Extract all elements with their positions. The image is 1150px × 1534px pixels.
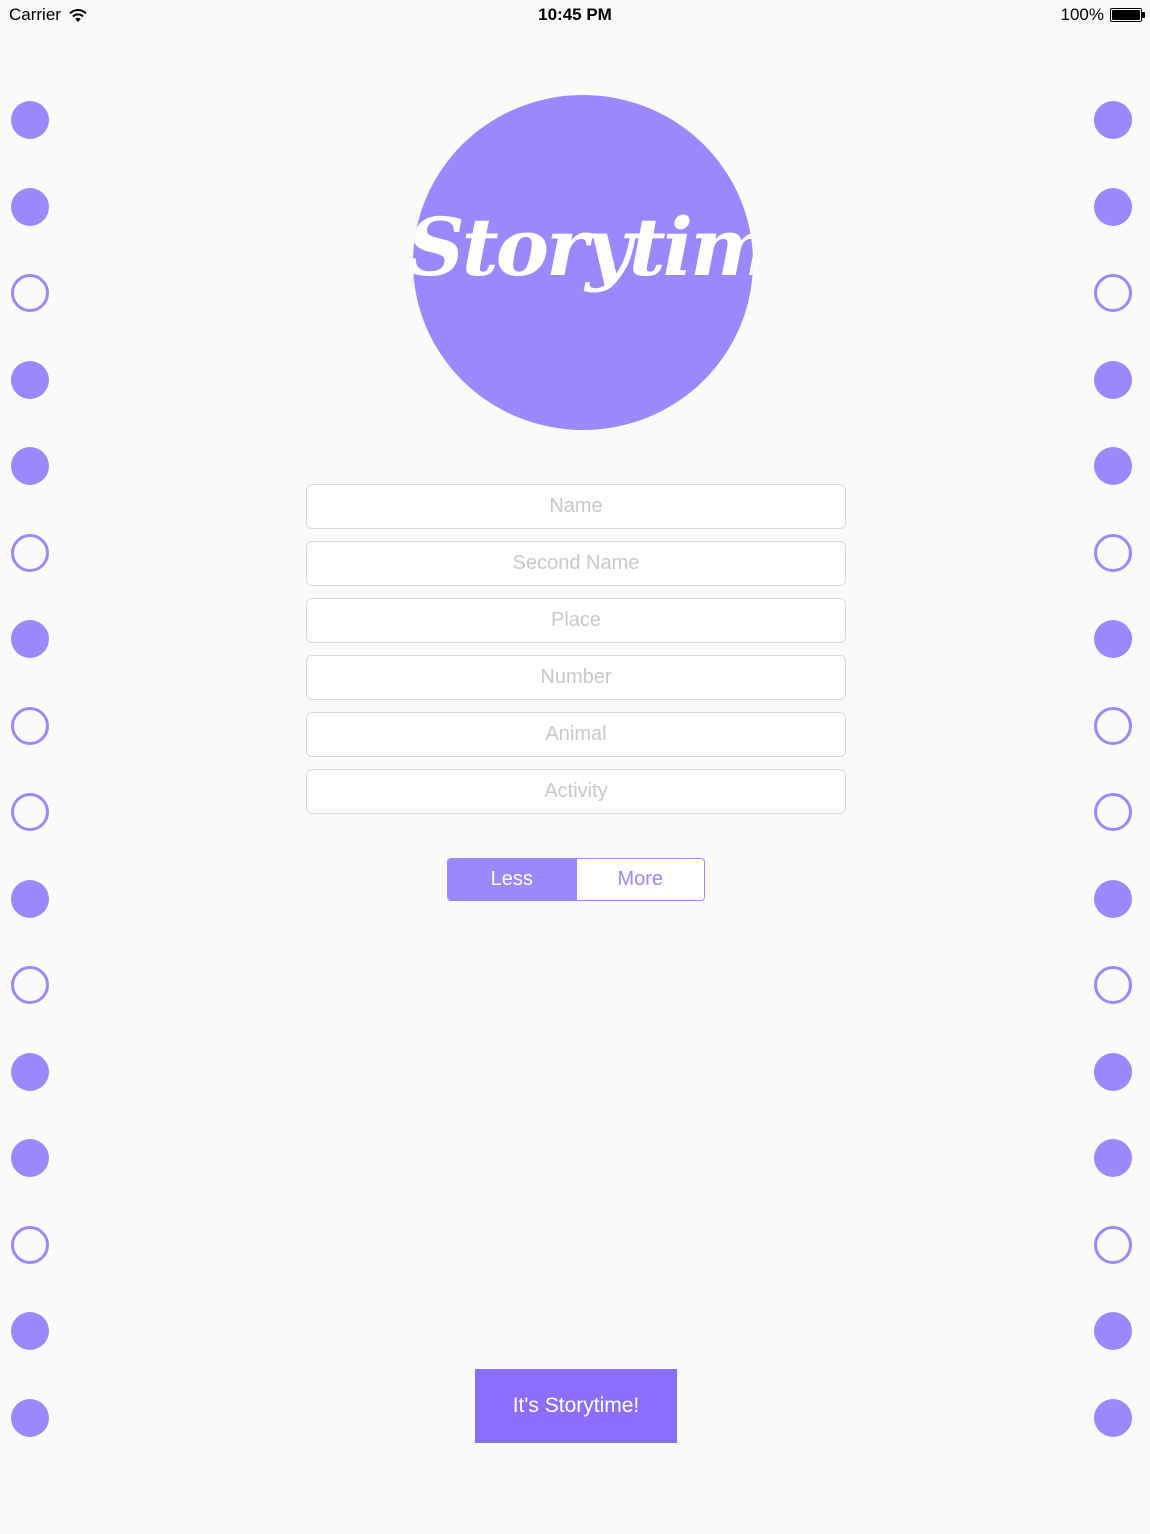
app-screen: Carrier 10:45 PM 100% Storytime Less xyxy=(0,0,1150,1534)
filled-dot xyxy=(1094,101,1132,139)
filled-dot xyxy=(1094,447,1132,485)
filled-dot xyxy=(11,360,49,399)
story-form xyxy=(306,484,846,826)
storytime-logo: Storytime xyxy=(413,95,753,430)
filled-dot xyxy=(1094,1398,1132,1437)
place-field[interactable] xyxy=(306,598,846,643)
segment-more[interactable]: More xyxy=(575,859,704,900)
filled-dot xyxy=(11,1139,49,1177)
filled-dot xyxy=(11,101,49,139)
filled-dot xyxy=(1094,879,1132,918)
filled-dot xyxy=(1094,360,1132,399)
filled-dot xyxy=(11,1052,49,1091)
number-field[interactable] xyxy=(306,655,846,700)
activity-field[interactable] xyxy=(306,769,846,814)
filled-dot xyxy=(1094,1139,1132,1177)
hollow-dot xyxy=(1094,533,1132,572)
hollow-dot xyxy=(11,533,49,572)
hollow-dot xyxy=(11,966,49,1004)
hollow-dot xyxy=(1094,1225,1132,1264)
hollow-dot xyxy=(11,1225,49,1264)
filled-dot xyxy=(1094,1312,1132,1350)
filled-dot xyxy=(11,447,49,485)
hollow-dot xyxy=(1094,966,1132,1004)
hollow-dot xyxy=(11,793,49,831)
name-field[interactable] xyxy=(306,484,846,529)
second-name-field[interactable] xyxy=(306,541,846,586)
filled-dot xyxy=(11,879,49,918)
hollow-dot xyxy=(11,274,49,312)
its-storytime-button[interactable]: It's Storytime! xyxy=(475,1369,677,1443)
filled-dot xyxy=(11,187,49,226)
filled-dot xyxy=(1094,1052,1132,1091)
hollow-dot xyxy=(11,706,49,745)
length-segmented-control: Less More xyxy=(447,858,705,901)
right-dot-column xyxy=(1094,101,1132,1437)
status-battery: 100% xyxy=(1060,5,1145,25)
left-dot-column xyxy=(11,101,49,1437)
battery-icon xyxy=(1110,8,1145,22)
battery-percent: 100% xyxy=(1060,5,1104,24)
logo-text: Storytime xyxy=(413,200,753,294)
status-time: 10:45 PM xyxy=(538,5,612,24)
segment-less[interactable]: Less xyxy=(448,859,576,900)
filled-dot xyxy=(11,620,49,658)
filled-dot xyxy=(11,1398,49,1437)
filled-dot xyxy=(1094,187,1132,226)
hollow-dot xyxy=(1094,793,1132,831)
hollow-dot xyxy=(1094,706,1132,745)
hollow-dot xyxy=(1094,274,1132,312)
filled-dot xyxy=(11,1312,49,1350)
filled-dot xyxy=(1094,620,1132,658)
status-bar: Carrier 10:45 PM 100% xyxy=(0,0,1150,32)
animal-field[interactable] xyxy=(306,712,846,757)
